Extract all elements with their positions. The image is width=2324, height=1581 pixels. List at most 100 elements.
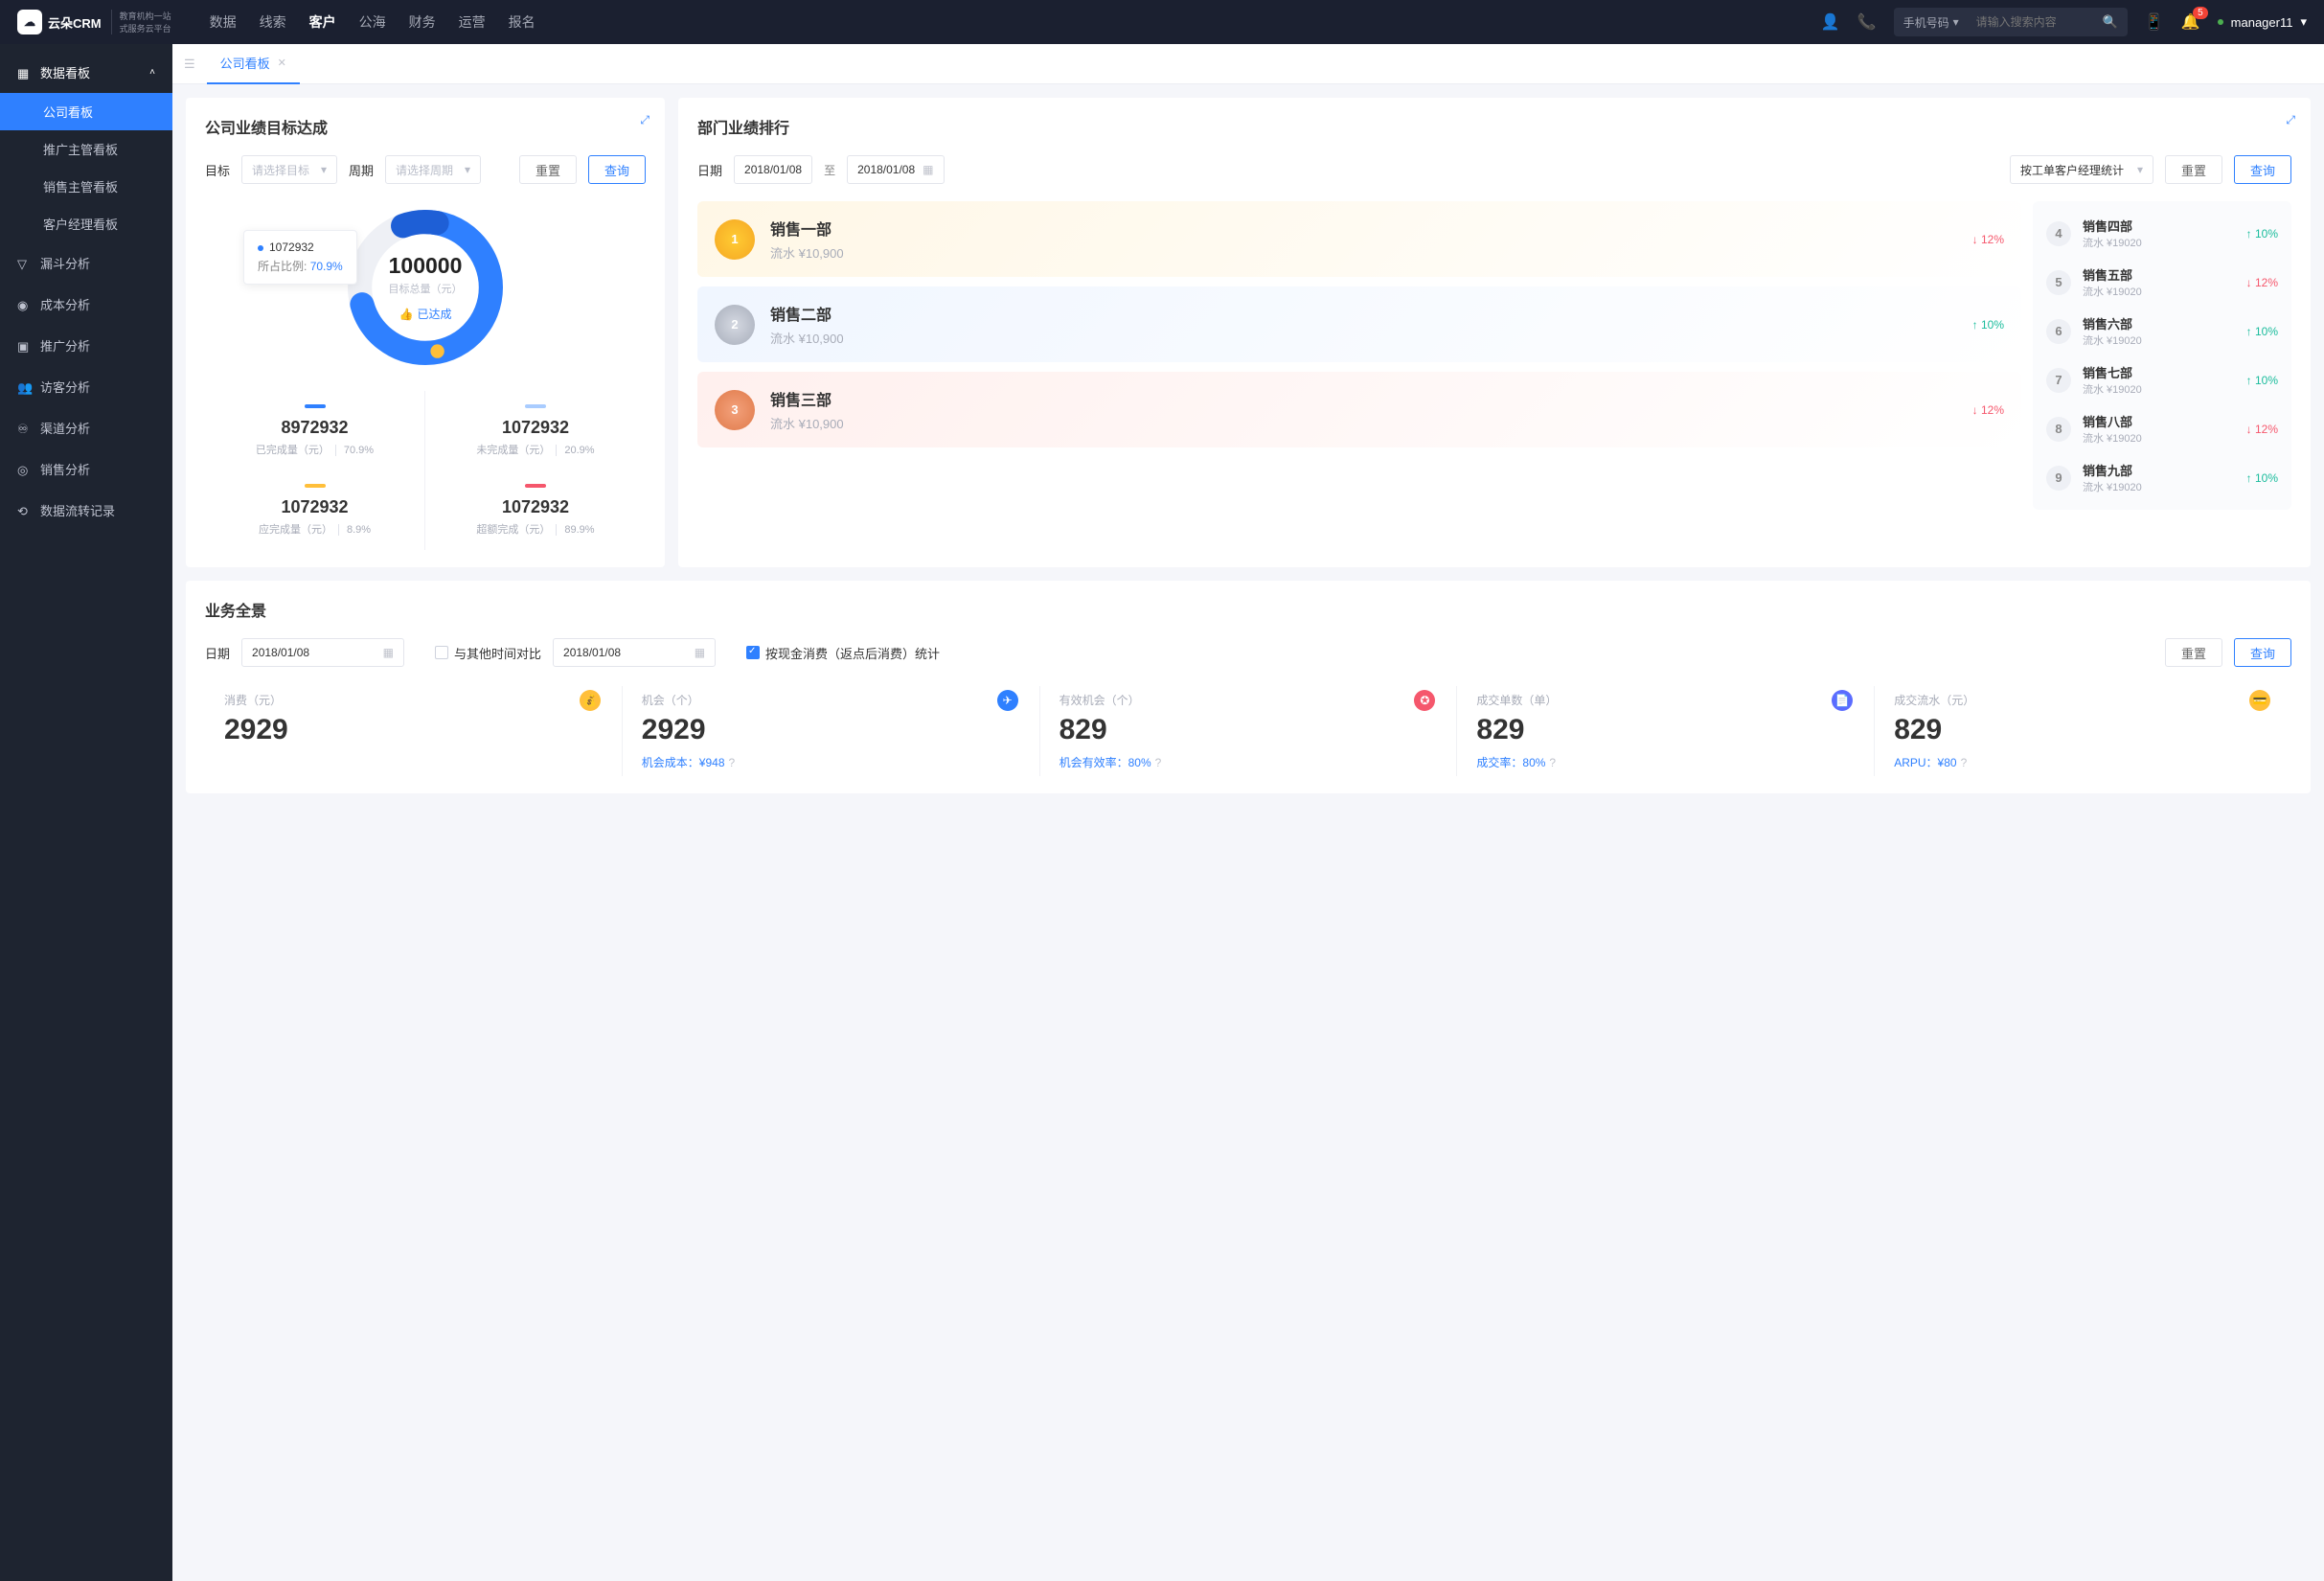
panel-target-title: 公司业绩目标达成 bbox=[205, 115, 646, 138]
date1-input[interactable]: 2018/01/08▦ bbox=[241, 638, 404, 667]
period-label: 周期 bbox=[349, 161, 374, 179]
target-select[interactable]: 请选择目标▾ bbox=[241, 155, 337, 184]
medal-icon: 3 bbox=[715, 390, 755, 430]
expand-icon[interactable]: ⤢ bbox=[2286, 113, 2295, 127]
sidebar-sub-item[interactable]: 公司看板 bbox=[0, 93, 172, 130]
nav-item[interactable]: 数据 bbox=[210, 12, 237, 32]
donut-chart: 100000 目标总量（元） 👍已达成 bbox=[339, 201, 512, 374]
period-select[interactable]: 请选择周期▾ bbox=[385, 155, 481, 184]
query-button[interactable]: 查询 bbox=[2234, 155, 2291, 184]
close-icon[interactable]: ✕ bbox=[278, 57, 286, 69]
calendar-icon: ▦ bbox=[923, 163, 933, 176]
topbar: ☁ 云朵CRM 教育机构一站式服务云平台 数据线索客户公海财务运营报名 👤 📞 … bbox=[0, 0, 2324, 44]
phone-icon[interactable]: 📞 bbox=[1857, 12, 1877, 32]
username: manager11 bbox=[2231, 15, 2293, 30]
query-button[interactable]: 查询 bbox=[2234, 638, 2291, 667]
chart-tooltip: 1072932 所占比例: 70.9% bbox=[243, 230, 357, 285]
sidebar-sub-item[interactable]: 客户经理看板 bbox=[0, 205, 172, 242]
help-icon[interactable]: ? bbox=[1155, 756, 1162, 769]
rank-rest-row[interactable]: 6销售六部流水 ¥19020↑ 10% bbox=[2033, 307, 2291, 355]
trend-icon: ↓ 12% bbox=[1972, 403, 2004, 417]
search-input[interactable] bbox=[1969, 15, 2093, 29]
sidebar-item[interactable]: ♾渠道分析 bbox=[0, 407, 172, 448]
nav-item[interactable]: 运营 bbox=[459, 12, 486, 32]
bell-icon[interactable]: 🔔5 bbox=[2181, 12, 2200, 32]
reached-badge: 👍已达成 bbox=[399, 306, 452, 322]
sidebar-sub-item[interactable]: 推广主管看板 bbox=[0, 130, 172, 168]
date2-input[interactable]: 2018/01/08▦ bbox=[553, 638, 716, 667]
metric-card: 成交单数（单）📄829成交率：80% ? bbox=[1457, 686, 1875, 776]
sidebar-item[interactable]: ◎销售分析 bbox=[0, 448, 172, 490]
nav-item[interactable]: 报名 bbox=[509, 12, 535, 32]
board-icon: ▦ bbox=[17, 66, 31, 80]
search-box: 手机号码▾ 🔍 bbox=[1894, 8, 2128, 36]
sidebar-group-dashboard[interactable]: ▦ 数据看板 ˄ bbox=[0, 52, 172, 93]
notif-badge: 5 bbox=[2193, 7, 2208, 19]
cloud-icon: ☁ bbox=[17, 10, 42, 34]
rank-rest-row[interactable]: 8销售八部流水 ¥19020↓ 12% bbox=[2033, 404, 2291, 453]
date-start-input[interactable]: 2018/01/08 bbox=[734, 155, 812, 184]
trend-icon: ↑ 10% bbox=[1972, 318, 2004, 332]
nav-item[interactable]: 线索 bbox=[260, 12, 286, 32]
date-label: 日期 bbox=[205, 644, 230, 662]
afterrebate-checkbox[interactable]: 按现金消费（返点后消费）统计 bbox=[746, 644, 940, 662]
search-type-select[interactable]: 手机号码▾ bbox=[1894, 14, 1969, 31]
nav-item[interactable]: 客户 bbox=[309, 12, 336, 32]
nav-item[interactable]: 公海 bbox=[359, 12, 386, 32]
help-icon[interactable]: ? bbox=[1549, 756, 1556, 769]
sidebar-item[interactable]: 👥访客分析 bbox=[0, 366, 172, 407]
sidebar: ▦ 数据看板 ˄ 公司看板推广主管看板销售主管看板客户经理看板 ▽漏斗分析◉成本… bbox=[0, 44, 172, 1581]
reset-button[interactable]: 重置 bbox=[519, 155, 577, 184]
metric-icon: ✈ bbox=[997, 690, 1018, 711]
logo[interactable]: ☁ 云朵CRM 教育机构一站式服务云平台 bbox=[17, 10, 171, 34]
brand-name: 云朵CRM bbox=[48, 13, 102, 32]
menu-icon: ◎ bbox=[17, 463, 31, 476]
rank-rest-row[interactable]: 9销售九部流水 ¥19020↑ 10% bbox=[2033, 453, 2291, 502]
sidebar-item[interactable]: ▽漏斗分析 bbox=[0, 242, 172, 284]
menu-icon: ▽ bbox=[17, 257, 31, 270]
rank-rest-list: 4销售四部流水 ¥19020↑ 10%5销售五部流水 ¥19020↓ 12%6销… bbox=[2033, 201, 2291, 510]
reset-button[interactable]: 重置 bbox=[2165, 638, 2222, 667]
menu-icon: ⟲ bbox=[17, 504, 31, 517]
target-label: 目标 bbox=[205, 161, 230, 179]
user-icon[interactable]: 👤 bbox=[1821, 12, 1840, 32]
rank-card[interactable]: 1销售一部流水 ¥10,900↓ 12% bbox=[697, 201, 2021, 277]
nav-item[interactable]: 财务 bbox=[409, 12, 436, 32]
help-icon[interactable]: ? bbox=[729, 756, 736, 769]
reset-button[interactable]: 重置 bbox=[2165, 155, 2222, 184]
stat-cell: 1072932超额完成（元）89.9% bbox=[425, 470, 646, 550]
sidebar-item[interactable]: ◉成本分析 bbox=[0, 284, 172, 325]
menu-icon: ◉ bbox=[17, 298, 31, 311]
statby-select[interactable]: 按工单客户经理统计▾ bbox=[2010, 155, 2153, 184]
date-end-input[interactable]: 2018/01/08▦ bbox=[847, 155, 944, 184]
panel-overview: 业务全景 日期 2018/01/08▦ 与其他时间对比 2018/01/08▦ … bbox=[186, 581, 2311, 793]
trend-icon: ↑ 10% bbox=[2246, 374, 2278, 387]
online-dot-icon bbox=[2218, 19, 2223, 25]
donut-total: 100000 bbox=[389, 253, 463, 279]
sidebar-sub-item[interactable]: 销售主管看板 bbox=[0, 168, 172, 205]
brand-sub: 教育机构一站式服务云平台 bbox=[111, 10, 171, 34]
expand-icon[interactable]: ⤢ bbox=[640, 113, 649, 127]
metric-card: 成交流水（元）💳829ARPU：¥80 ? bbox=[1875, 686, 2291, 776]
tab-company-board[interactable]: 公司看板 ✕ bbox=[207, 44, 300, 84]
rank-rest-row[interactable]: 4销售四部流水 ¥19020↑ 10% bbox=[2033, 209, 2291, 258]
collapse-sidebar-icon[interactable]: ☰ bbox=[184, 57, 195, 72]
sidebar-item[interactable]: ▣推广分析 bbox=[0, 325, 172, 366]
user-menu[interactable]: manager11 ▾ bbox=[2218, 14, 2307, 30]
menu-icon: ▣ bbox=[17, 339, 31, 353]
rank-card[interactable]: 2销售二部流水 ¥10,900↑ 10% bbox=[697, 286, 2021, 362]
compare-checkbox[interactable]: 与其他时间对比 bbox=[435, 644, 541, 662]
metric-icon: 💰 bbox=[580, 690, 601, 711]
stat-cell: 1072932应完成量（元）8.9% bbox=[205, 470, 425, 550]
calendar-icon: ▦ bbox=[383, 646, 394, 659]
search-icon[interactable]: 🔍 bbox=[2093, 14, 2128, 30]
mobile-icon[interactable]: 📱 bbox=[2145, 12, 2164, 32]
help-icon[interactable]: ? bbox=[1961, 756, 1968, 769]
rank-card[interactable]: 3销售三部流水 ¥10,900↓ 12% bbox=[697, 372, 2021, 447]
medal-icon: 2 bbox=[715, 305, 755, 345]
rank-rest-row[interactable]: 7销售七部流水 ¥19020↑ 10% bbox=[2033, 355, 2291, 404]
rank-rest-row[interactable]: 5销售五部流水 ¥19020↓ 12% bbox=[2033, 258, 2291, 307]
sidebar-item[interactable]: ⟲数据流转记录 bbox=[0, 490, 172, 531]
query-button[interactable]: 查询 bbox=[588, 155, 646, 184]
date-label: 日期 bbox=[697, 161, 722, 179]
